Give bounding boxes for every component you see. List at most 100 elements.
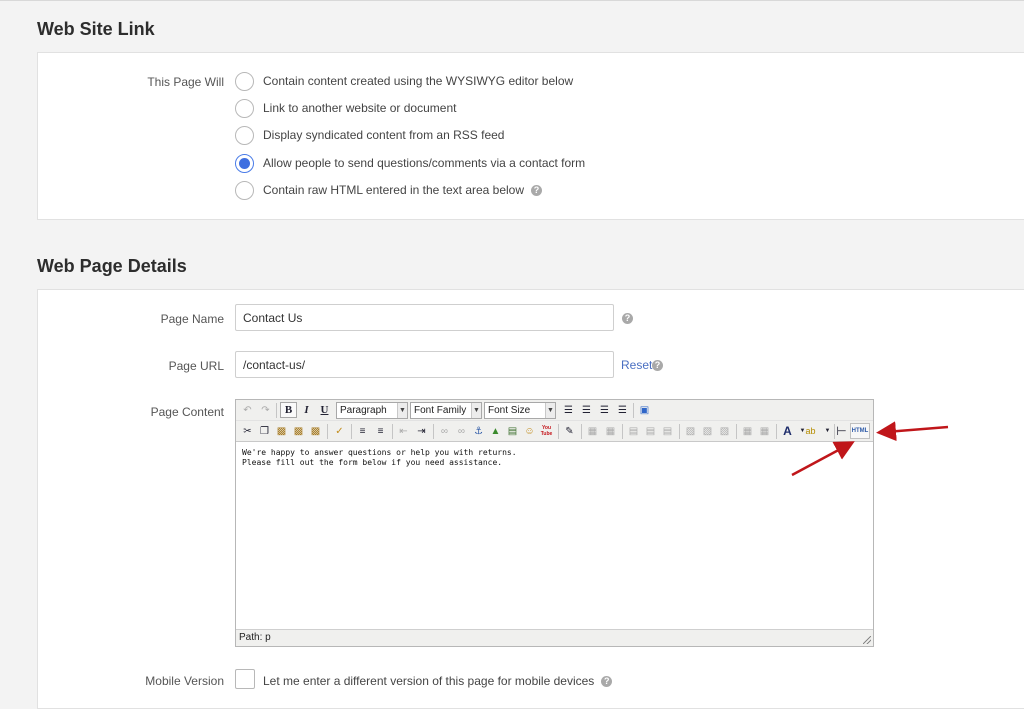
undo-icon[interactable]: ↶ <box>239 402 256 418</box>
editor-statusbar: Path: p <box>236 629 873 646</box>
radio-label: Link to another website or document <box>263 101 457 115</box>
toolbar-separator <box>433 424 434 439</box>
radio-option-rss[interactable]: Display syndicated content from an RSS f… <box>235 125 504 145</box>
col-props-icon[interactable]: ▦ <box>756 423 773 439</box>
paste-icon[interactable]: ▩ <box>273 423 290 439</box>
italic-button[interactable]: I <box>298 402 315 418</box>
radio-label: Contain content created using the WYSIWY… <box>263 74 574 88</box>
table-props-icon[interactable]: ▦ <box>602 423 619 439</box>
reset-link[interactable]: Reset <box>621 358 652 372</box>
copy-icon[interactable]: ❐ <box>256 423 273 439</box>
web-page-details-title: Web Page Details <box>37 256 187 276</box>
radio-button[interactable] <box>235 98 254 118</box>
numbered-list-icon[interactable]: ≡ <box>372 423 389 439</box>
radio-option-link[interactable]: Link to another website or document <box>235 98 456 118</box>
toolbar-separator <box>622 424 623 439</box>
unlink-icon[interactable]: ∞ <box>453 423 470 439</box>
page-name-input[interactable] <box>235 304 614 331</box>
font-family-select[interactable]: Font Family ▼ <box>410 402 482 419</box>
editor-toolbar-row-2: ✂ ❐ ▩ ▩ ▩ ✓ ≡ ≡ ⇤ ⇥ ∞ ∞ ⚓ ▲ ▤ ☺ You Tube… <box>236 421 873 442</box>
editor-toolbar-row-1: ↶ ↷ B I U Paragraph ▼ Font Family ▼ Font… <box>236 400 873 421</box>
chevron-down-icon: ▼ <box>397 403 407 418</box>
link-icon[interactable]: ∞ <box>436 423 453 439</box>
fullscreen-icon[interactable]: ▣ <box>636 402 653 418</box>
toolbar-separator <box>327 424 328 439</box>
help-icon[interactable]: ? <box>601 675 613 687</box>
emoticon-icon[interactable]: ☺ <box>521 423 538 439</box>
font-size-select-value: Font Size <box>488 405 531 416</box>
page-break-icon[interactable]: ⊢ <box>833 423 850 439</box>
underline-button[interactable]: U <box>316 402 333 418</box>
element-path: Path: p <box>239 632 271 643</box>
radio-button[interactable] <box>235 125 254 145</box>
row-props-icon[interactable]: ▦ <box>739 423 756 439</box>
radio-button[interactable] <box>235 71 254 91</box>
radio-label: Display syndicated content from an RSS f… <box>263 128 505 142</box>
mobile-version-label: Mobile Version <box>145 674 224 688</box>
media-icon[interactable]: ▤ <box>504 423 521 439</box>
bold-button[interactable]: B <box>280 402 297 418</box>
content-line: We're happy to answer questions or help … <box>242 448 517 457</box>
font-size-select[interactable]: Font Size ▼ <box>484 402 556 419</box>
wysiwyg-editor: ↶ ↷ B I U Paragraph ▼ Font Family ▼ Font… <box>235 399 874 647</box>
delete-row-icon[interactable]: ▤ <box>642 423 659 439</box>
radio-label: Contain raw HTML entered in the text are… <box>263 183 525 197</box>
help-icon[interactable]: ? <box>531 184 543 196</box>
radio-option-raw-html[interactable]: Contain raw HTML entered in the text are… <box>235 180 543 200</box>
highlight-color-icon[interactable]: ab <box>802 423 819 439</box>
help-icon[interactable]: ? <box>652 360 663 371</box>
page-name-label: Page Name <box>160 312 224 326</box>
editor-content[interactable]: We're happy to answer questions or help … <box>236 442 873 629</box>
youtube-icon[interactable]: You Tube <box>538 423 555 439</box>
edit-html-icon[interactable]: ✎ <box>561 423 578 439</box>
anchor-icon[interactable]: ⚓ <box>470 423 487 439</box>
merge-cells-icon[interactable]: ▧ <box>699 423 716 439</box>
mobile-version-option: Let me enter a different version of this… <box>263 674 613 688</box>
bullet-list-icon[interactable]: ≡ <box>354 423 371 439</box>
radio-button-selected[interactable] <box>235 153 254 173</box>
toolbar-separator <box>351 424 352 439</box>
content-line: Please fill out the form below if you ne… <box>242 458 503 467</box>
image-icon[interactable]: ▲ <box>487 423 504 439</box>
cut-icon[interactable]: ✂ <box>239 423 256 439</box>
page-url-input[interactable] <box>235 351 614 378</box>
mobile-version-checkbox[interactable] <box>235 669 255 689</box>
resize-grip-icon[interactable] <box>863 636 871 644</box>
mobile-checkbox-label: Let me enter a different version of this… <box>263 674 595 688</box>
align-center-icon[interactable]: ☰ <box>578 402 595 418</box>
indent-icon[interactable]: ⇥ <box>413 423 430 439</box>
html-source-button[interactable]: HTML <box>850 423 870 439</box>
toolbar-separator <box>276 403 277 418</box>
radio-option-contact-form[interactable]: Allow people to send questions/comments … <box>235 153 585 173</box>
cell-props-icon[interactable]: ▧ <box>716 423 733 439</box>
format-select-value: Paragraph <box>340 405 387 416</box>
split-cells-icon[interactable]: ▧ <box>682 423 699 439</box>
toolbar-separator <box>392 424 393 439</box>
radio-button[interactable] <box>235 180 254 200</box>
insert-col-icon[interactable]: ▤ <box>659 423 676 439</box>
page-content-label: Page Content <box>150 405 224 419</box>
top-divider <box>0 0 1024 1</box>
toolbar-separator <box>558 424 559 439</box>
toolbar-separator <box>776 424 777 439</box>
outdent-icon[interactable]: ⇤ <box>395 423 412 439</box>
table-icon[interactable]: ▦ <box>584 423 601 439</box>
chevron-down-icon: ▼ <box>545 403 555 418</box>
page-will-label: This Page Will <box>147 75 224 89</box>
toolbar-separator <box>633 403 634 418</box>
align-left-icon[interactable]: ☰ <box>560 402 577 418</box>
radio-label: Allow people to send questions/comments … <box>263 156 586 170</box>
paste-word-icon[interactable]: ▩ <box>307 423 324 439</box>
redo-icon[interactable]: ↷ <box>257 402 274 418</box>
paste-text-icon[interactable]: ▩ <box>290 423 307 439</box>
align-right-icon[interactable]: ☰ <box>596 402 613 418</box>
toolbar-separator <box>736 424 737 439</box>
help-icon[interactable]: ? <box>622 313 633 324</box>
clean-up-icon[interactable]: ✓ <box>331 423 348 439</box>
format-select[interactable]: Paragraph ▼ <box>336 402 408 419</box>
page-url-label: Page URL <box>168 359 224 373</box>
radio-option-wysiwyg[interactable]: Contain content created using the WYSIWY… <box>235 71 573 91</box>
align-justify-icon[interactable]: ☰ <box>614 402 631 418</box>
insert-row-icon[interactable]: ▤ <box>625 423 642 439</box>
web-site-link-title: Web Site Link <box>37 19 155 39</box>
